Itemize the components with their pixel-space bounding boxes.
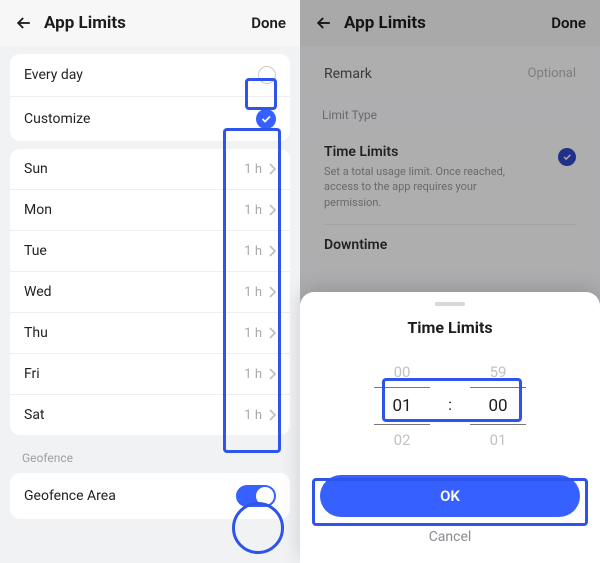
radio-unchecked-icon[interactable] [258,66,276,84]
day-value: 1 h [244,203,262,218]
chevron-right-icon [268,163,276,175]
done-button[interactable]: Done [251,14,286,32]
day-label: Fri [24,366,244,382]
days-card: Sun1 hMon1 hTue1 hWed1 hThu1 hFri1 hSat1… [10,149,290,435]
time-limits-desc: Set a total usage limit. Once reached, a… [324,164,534,210]
day-label: Wed [24,284,244,300]
chevron-right-icon [268,409,276,421]
done-button[interactable]: Done [551,14,586,32]
header: App Limits Done [300,0,600,46]
chevron-right-icon [268,286,276,298]
back-icon[interactable] [14,13,34,33]
every-day-row[interactable]: Every day [10,54,290,97]
day-value: 1 h [244,244,262,259]
downtime-title[interactable]: Downtime [324,224,576,253]
day-value: 1 h [244,162,262,177]
day-row[interactable]: Sun1 h [10,149,290,190]
day-row[interactable]: Tue1 h [10,231,290,272]
time-limits-title: Time Limits [324,144,534,160]
geofence-toggle[interactable] [236,485,276,507]
right-screen: App Limits Done Remark Optional Limit Ty… [300,0,600,563]
geofence-section-label: Geofence [0,443,300,465]
schedule-mode-card: Every day Customize [10,54,290,141]
day-value: 1 h [244,408,262,423]
geofence-area-label: Geofence Area [24,488,236,504]
day-label: Sat [24,407,244,423]
time-limits-row[interactable]: Time Limits Set a total usage limit. Onc… [324,144,576,210]
day-label: Sun [24,161,244,177]
picker-colon: : [448,395,452,414]
day-label: Mon [24,202,244,218]
checkmark-icon [558,148,576,166]
customize-label: Customize [24,111,256,127]
ok-button[interactable]: OK [320,475,580,517]
left-screen: App Limits Done Every day Customize Sun1… [0,0,300,563]
day-value: 1 h [244,285,262,300]
chevron-right-icon [268,368,276,380]
minute-selected: 00 [470,387,526,425]
day-row[interactable]: Mon1 h [10,190,290,231]
day-row[interactable]: Sat1 h [10,395,290,435]
geofence-area-row[interactable]: Geofence Area [10,473,290,519]
geofence-card: Geofence Area [10,473,290,519]
cancel-button[interactable]: Cancel [300,529,600,545]
day-row[interactable]: Wed1 h [10,272,290,313]
remark-row[interactable]: Remark Optional [310,54,590,94]
sheet-title: Time Limits [300,318,600,337]
day-row[interactable]: Fri1 h [10,354,290,395]
chevron-right-icon [268,245,276,257]
hour-prev: 00 [374,357,430,387]
page-title: App Limits [344,13,551,33]
hour-next: 02 [374,425,430,455]
hour-selected: 01 [374,387,430,425]
remark-label: Remark [324,66,528,82]
page-title: App Limits [44,13,251,33]
remark-placeholder: Optional [528,66,576,82]
chevron-right-icon [268,204,276,216]
minute-prev: 59 [470,357,526,387]
drag-handle-icon[interactable] [435,302,465,306]
hours-column[interactable]: 00 01 02 [374,357,430,455]
day-label: Thu [24,325,244,341]
day-row[interactable]: Thu1 h [10,313,290,354]
day-label: Tue [24,243,244,259]
limit-type-card: Time Limits Set a total usage limit. Onc… [310,132,590,265]
radio-checked-icon[interactable] [256,109,276,129]
time-picker[interactable]: 00 01 02 : 59 00 01 [300,357,600,455]
back-icon[interactable] [314,13,334,33]
every-day-label: Every day [24,67,258,83]
limit-type-section-label: Limit Type [300,102,600,124]
customize-row[interactable]: Customize [10,97,290,141]
minute-next: 01 [470,425,526,455]
chevron-right-icon [268,327,276,339]
time-picker-sheet: Time Limits 00 01 02 : 59 00 01 OK Cance… [300,292,600,563]
header: App Limits Done [0,0,300,46]
day-value: 1 h [244,326,262,341]
minutes-column[interactable]: 59 00 01 [470,357,526,455]
day-value: 1 h [244,367,262,382]
